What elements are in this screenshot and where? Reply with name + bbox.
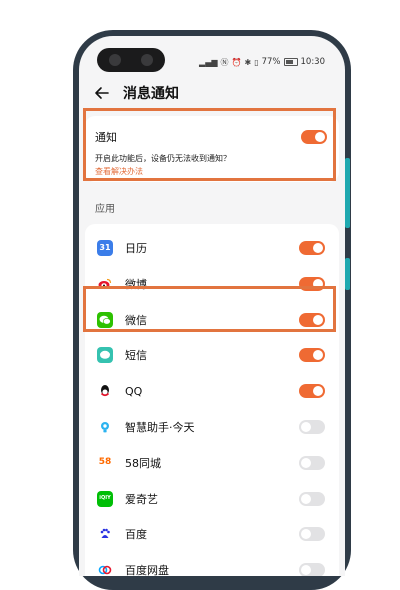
app-name: 爱奇艺 [125,492,158,506]
app-toggle[interactable] [299,527,325,542]
app-row-iqiyi[interactable]: iQIY 爱奇艺 [85,481,339,517]
assistant-icon [97,419,113,435]
battery-icon [283,58,298,66]
baidu-icon [97,526,113,542]
app-row-calendar[interactable]: 31 日历 [85,230,339,266]
volume-button [345,158,350,228]
messages-icon [97,347,113,364]
app-icon-label: iQIY [99,495,111,502]
app-toggle[interactable] [299,420,325,434]
app-row-messages[interactable]: 短信 [85,337,339,373]
baidu-netdisk-icon [97,562,113,576]
app-name: QQ [125,384,143,398]
power-button [345,258,350,290]
app-toggle[interactable] [299,563,325,576]
app-row-baidu[interactable]: 百度 [85,516,339,552]
app-row-58[interactable]: 58 58同城 [85,445,339,481]
calendar-icon: 31 [97,240,113,256]
back-arrow-icon[interactable] [93,84,111,102]
app-name: 百度 [125,528,147,542]
section-label-apps: 应用 [95,204,115,215]
app-name: 百度网盘 [125,564,169,576]
iqiyi-icon: iQIY [97,490,113,507]
signal-icon: ▂▄▆ [199,57,218,67]
status-bar: ▂▄▆ Ⓝ ⏰ ✱ ▯ 77% 10:30 [199,56,325,68]
toggle-knob [313,386,323,397]
alarm-icon: ⏰ [231,57,242,67]
toggle-knob [301,422,311,432]
camera-lens [141,54,153,66]
nfc-icon: Ⓝ [220,57,229,67]
wechat-highlight [83,286,336,332]
app-toggle[interactable] [299,384,325,399]
app-name: 短信 [125,349,147,363]
page-title: 消息通知 [123,86,179,102]
camera-lens [109,54,121,66]
58-icon: 58 [97,455,113,471]
vibrate-icon: ▯ [254,57,259,67]
app-icon-label: 31 [99,243,111,252]
toggle-knob [301,457,311,468]
app-name: 58同城 [125,456,161,470]
toggle-knob [301,565,311,576]
app-toggle[interactable] [299,241,325,255]
app-row-qq[interactable]: QQ [85,373,339,409]
page-header: 消息通知 [93,82,179,104]
app-row-baidu-netdisk[interactable]: 百度网盘 [85,552,339,576]
toggle-knob [313,243,323,253]
battery-percent: 77% [261,57,281,67]
app-row-assistant[interactable]: 智慧助手·今天 [85,409,339,445]
app-name: 智慧助手·今天 [125,421,195,434]
front-camera [97,48,165,72]
notification-highlight [83,108,336,181]
toggle-knob [301,529,311,540]
app-toggle[interactable] [299,491,325,506]
app-icon-label: 58 [98,457,112,468]
bluetooth-icon: ✱ [244,57,252,67]
toggle-knob [301,493,311,504]
clock: 10:30 [300,57,326,67]
app-list: 31 日历 微博 微信 短信 QQ 智慧助手·今天 58 58同城 iQIY 爱奇艺 百度 百度网盘 [85,224,339,576]
app-name: 日历 [125,242,147,255]
app-toggle[interactable] [299,348,325,363]
qq-icon [97,383,113,399]
app-toggle[interactable] [299,455,325,470]
toggle-knob [313,350,323,361]
